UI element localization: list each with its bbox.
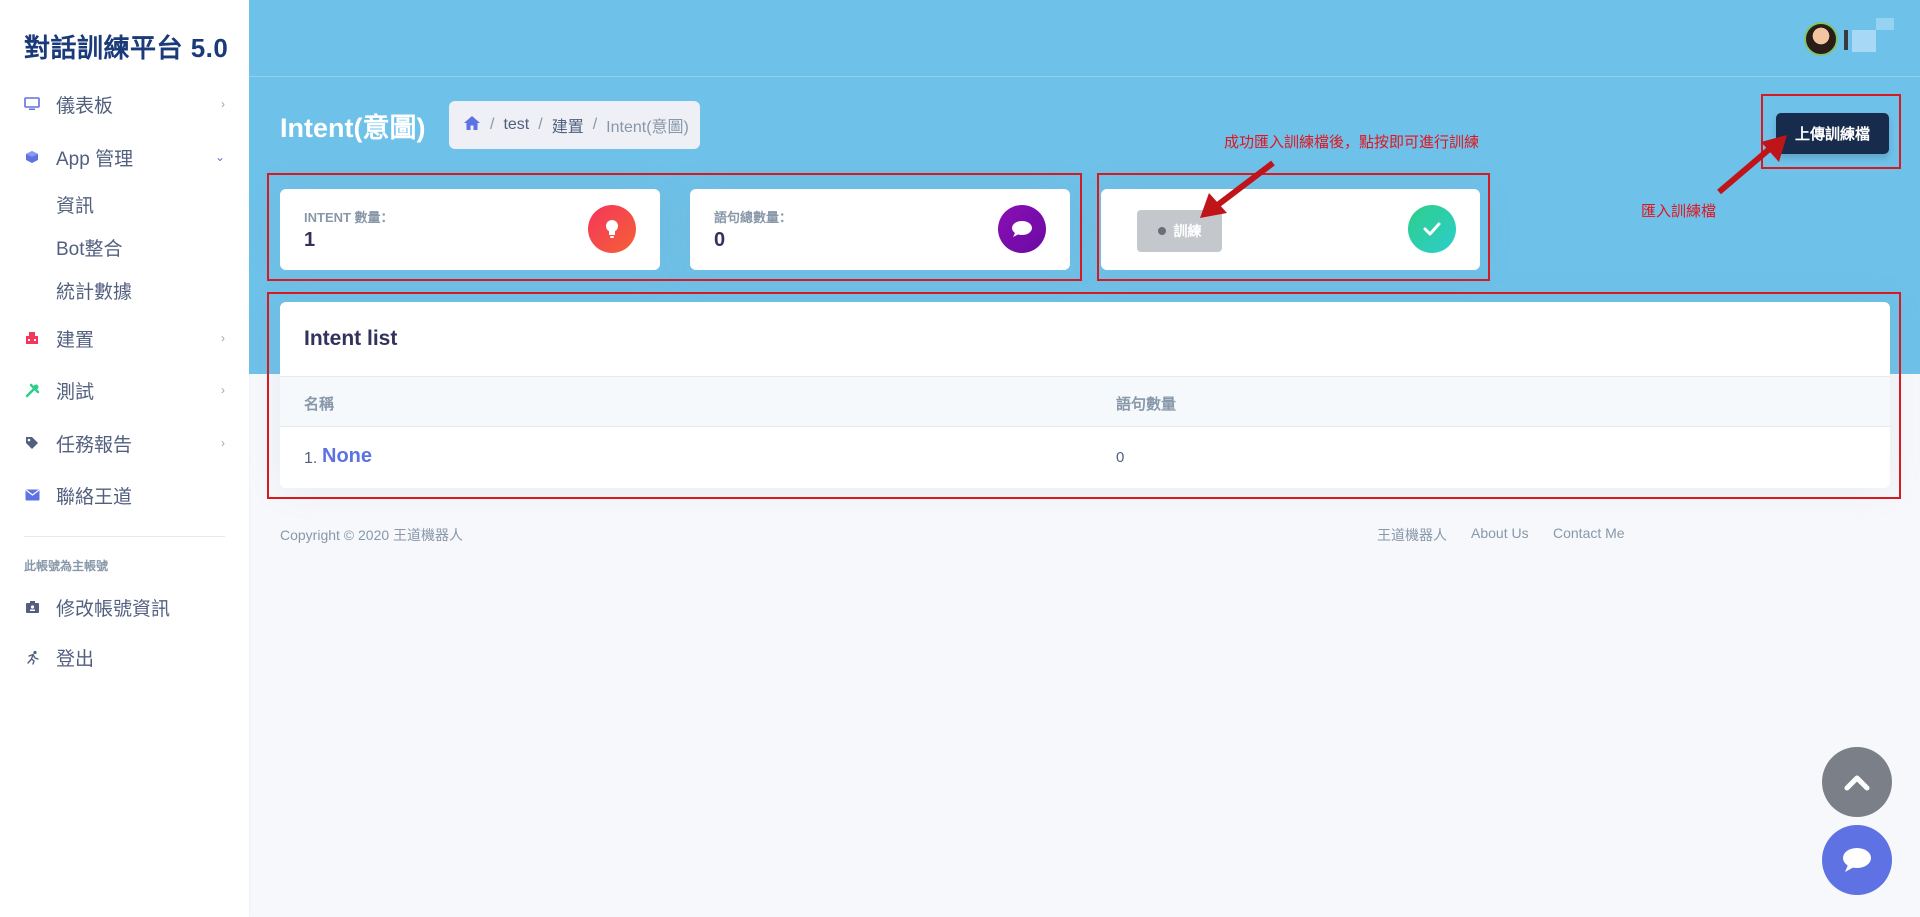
breadcrumb-separator: / [490, 116, 495, 133]
username-redacted [1844, 30, 1848, 50]
breadcrumb-separator: / [538, 116, 543, 133]
row-index: 1. [304, 450, 318, 467]
sidebar-item-app-management[interactable]: App 管理 ⌄ [0, 137, 249, 177]
breadcrumb-separator: / [592, 116, 598, 133]
home-icon[interactable] [463, 115, 481, 136]
monitor-icon [24, 96, 40, 112]
train-card: 訓練 [1101, 189, 1480, 270]
account-heading: 此帳號為主帳號 [24, 559, 109, 573]
scroll-top-button[interactable] [1822, 747, 1892, 817]
sidebar-item-label: 測試 [56, 381, 95, 403]
sidebar: 對話訓練平台 5.0 儀表板 › App 管理 ⌄ 資訊 Bot整合 統計數據 … [0, 0, 249, 917]
sidebar-item-label: 聯絡王道 [56, 486, 133, 508]
topbar-divider [249, 76, 1920, 77]
building-icon [24, 330, 40, 346]
sidebar-subitem-info[interactable]: 資訊 [56, 191, 94, 218]
train-button[interactable]: 訓練 [1137, 210, 1222, 252]
sidebar-item-label: 儀表板 [56, 95, 114, 117]
chevron-right-icon: › [221, 436, 225, 450]
status-dot [1157, 227, 1166, 235]
breadcrumb-item[interactable]: 建置 [552, 113, 584, 137]
chat-launcher-button[interactable] [1822, 825, 1892, 895]
sidebar-item-dashboard[interactable]: 儀表板 › [0, 84, 249, 124]
sidebar-item-test[interactable]: 測試 › [0, 370, 249, 410]
brand-title[interactable]: 對話訓練平台 5.0 [24, 28, 228, 65]
intent-list-card: Intent list 名稱 語句數量 1. None 0 [280, 302, 1890, 488]
annotation-train-hint: 成功匯入訓練檔後，點按即可進行訓練 [1224, 134, 1480, 151]
column-header-name[interactable]: 名稱 [304, 393, 334, 414]
user-avatar[interactable] [1804, 22, 1838, 56]
intent-name-link[interactable]: None [322, 445, 372, 468]
utterance-count: 0 [1116, 449, 1125, 466]
intent-list-title: Intent list [304, 327, 398, 350]
chevron-up-icon [1844, 775, 1870, 791]
stat-label: INTENT 數量： [304, 210, 394, 225]
cube-icon [24, 149, 40, 165]
username-redacted [1876, 18, 1894, 30]
sidebar-divider [24, 536, 225, 537]
chat-bubble-icon [998, 205, 1046, 253]
sidebar-item-contact[interactable]: 聯絡王道 [0, 475, 249, 515]
lightbulb-icon [588, 205, 636, 253]
envelope-icon [24, 487, 40, 503]
footer-link-about[interactable]: About Us [1471, 525, 1529, 541]
id-card-icon [24, 599, 40, 615]
utterance-count-card: 語句總數量： 0 [690, 189, 1070, 270]
sidebar-item-label: 修改帳號資訊 [56, 598, 171, 620]
table-header: 名稱 語句數量 [280, 376, 1890, 427]
sidebar-subitem-statistics[interactable]: 統計數據 [56, 277, 132, 304]
chevron-right-icon: › [221, 97, 225, 111]
check-icon [1408, 205, 1456, 253]
username-redacted [1852, 30, 1876, 52]
page-title: Intent(意圖) [280, 113, 426, 143]
sidebar-subitem-bot-integration[interactable]: Bot整合 [56, 234, 123, 261]
sidebar-item-task-report[interactable]: 任務報告 › [0, 423, 249, 463]
footer-link-contact[interactable]: Contact Me [1553, 525, 1625, 541]
sidebar-item-label: 任務報告 [56, 434, 133, 456]
breadcrumb-current: Intent(意圖) [606, 119, 689, 136]
sidebar-item-label: 登出 [56, 648, 95, 670]
upload-training-file-button[interactable]: 上傳訓練檔 [1776, 113, 1889, 154]
sidebar-item-logout[interactable]: 登出 [0, 637, 249, 677]
intent-count-card: INTENT 數量： 1 [280, 189, 660, 270]
footer-link-wangdao[interactable]: 王道機器人 [1377, 525, 1447, 545]
footer-copyright: Copyright © 2020 王道機器人 [280, 527, 464, 543]
breadcrumb: / test / 建置 / Intent(意圖) [449, 101, 700, 149]
sidebar-item-label: 建置 [56, 329, 95, 351]
tag-icon [24, 435, 40, 451]
sidebar-item-build[interactable]: 建置 › [0, 318, 249, 358]
stat-value: 1 [304, 229, 316, 251]
chat-icon [1843, 848, 1871, 872]
chevron-down-icon: ⌄ [214, 150, 225, 164]
column-header-utterance-count[interactable]: 語句數量 [1116, 393, 1176, 414]
table-row: 1. None 0 [280, 427, 1890, 488]
chevron-right-icon: › [221, 383, 225, 397]
breadcrumb-item[interactable]: test [503, 116, 529, 134]
tools-icon [24, 382, 40, 398]
running-icon [24, 649, 40, 665]
stat-label: 語句總數量： [714, 210, 793, 225]
sidebar-item-label: App 管理 [56, 148, 134, 170]
annotation-upload-hint: 匯入訓練檔 [1641, 203, 1717, 220]
train-button-label: 訓練 [1173, 223, 1202, 239]
sidebar-item-edit-account[interactable]: 修改帳號資訊 [0, 587, 249, 627]
stat-value: 0 [714, 229, 726, 251]
chevron-right-icon: › [221, 331, 225, 345]
